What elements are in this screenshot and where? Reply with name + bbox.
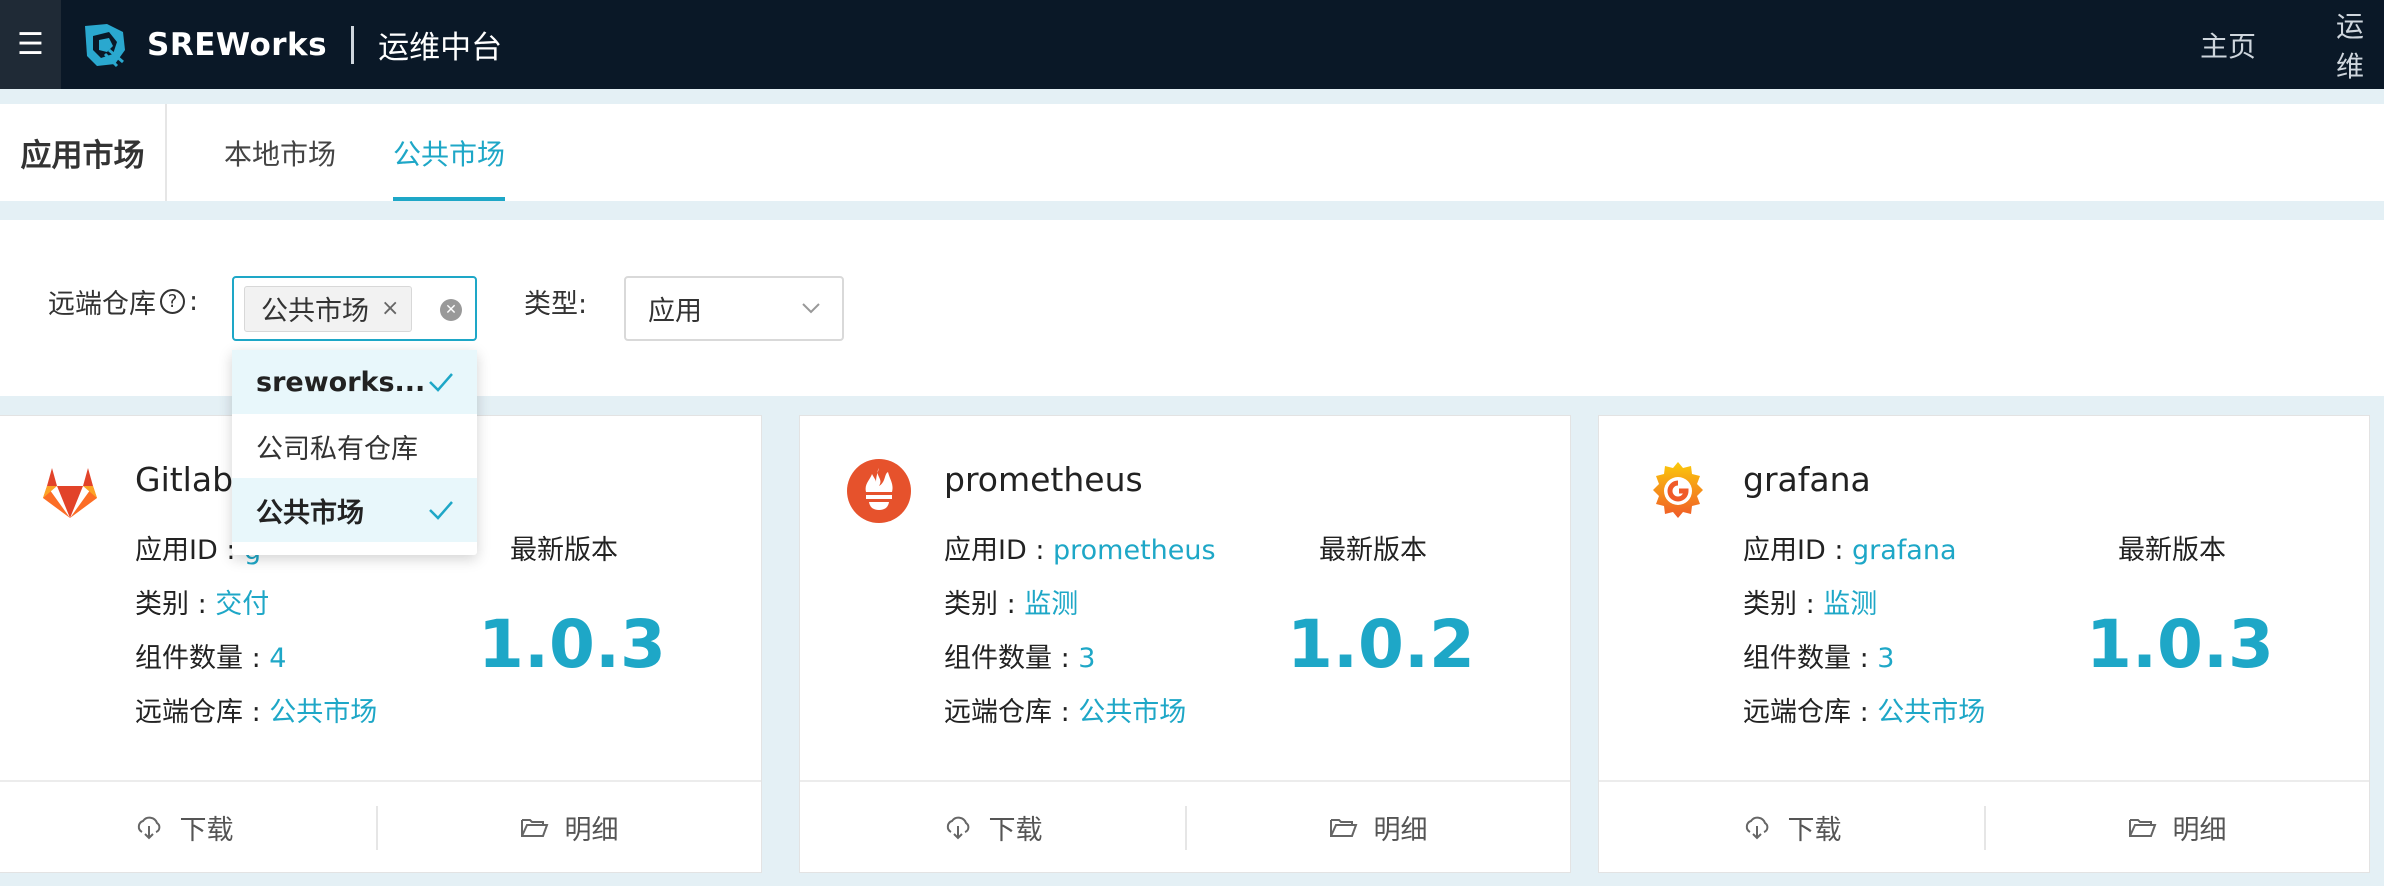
detail-button[interactable]: 明细 bbox=[376, 782, 761, 872]
app-name: Gitlab bbox=[135, 460, 234, 499]
app-card-prometheus: prometheus 应用ID : prometheus 类别 : 监测 组件数… bbox=[799, 415, 1571, 873]
hamburger-icon: ☰ bbox=[17, 27, 44, 62]
remote-repo-label-colon: : bbox=[189, 286, 199, 317]
tab-public-market[interactable]: 公共市场 bbox=[393, 104, 506, 201]
selected-tag: 公共市场 × bbox=[244, 285, 413, 332]
folder-open-icon bbox=[2128, 819, 2156, 837]
brand-subtitle: 运维中台 bbox=[378, 30, 503, 66]
cloud-download-icon bbox=[946, 816, 969, 840]
prometheus-icon bbox=[847, 459, 911, 523]
repo-value[interactable]: 公共市场 bbox=[269, 697, 377, 728]
app-id-value[interactable]: prometheus bbox=[1053, 535, 1216, 566]
app-id-label: 应用ID : bbox=[1743, 535, 1853, 566]
download-button[interactable]: 下载 bbox=[800, 782, 1185, 872]
dropdown-option-public-market[interactable]: 公共市场 bbox=[232, 478, 477, 542]
latest-version-label: 最新版本 bbox=[510, 535, 618, 566]
selected-tag-label: 公共市场 bbox=[261, 296, 369, 327]
type-select[interactable]: 应用 bbox=[624, 276, 844, 341]
card-footer: 下载 明细 bbox=[0, 780, 761, 872]
download-label: 下载 bbox=[179, 814, 234, 846]
check-icon bbox=[429, 373, 453, 392]
repo-value[interactable]: 公共市场 bbox=[1078, 697, 1186, 728]
brand-divider bbox=[351, 25, 355, 64]
detail-label: 明细 bbox=[564, 814, 619, 846]
app-card-grafana: grafana 应用ID : grafana 类别 : 监测 组件数量 : 3 … bbox=[1598, 415, 2370, 873]
repo-line: 远端仓库 : 公共市场 bbox=[1743, 690, 1985, 729]
repo-line: 远端仓库 : 公共市场 bbox=[944, 690, 1186, 729]
sreworks-logo-icon bbox=[85, 23, 125, 67]
brand[interactable]: SREWorks 运维中台 bbox=[79, 20, 502, 70]
dropdown-option-label: sreworks... bbox=[256, 366, 426, 398]
gitlab-icon bbox=[43, 468, 97, 518]
help-icon[interactable]: ? bbox=[160, 289, 185, 314]
page-header: 应用市场 本地市场 公共市场 bbox=[0, 104, 2384, 201]
latest-version-label: 最新版本 bbox=[2118, 535, 2226, 566]
dropdown-option-private-repo[interactable]: 公司私有仓库 bbox=[232, 414, 477, 478]
card-footer: 下载 明细 bbox=[800, 780, 1570, 872]
remote-repo-label: 远端仓库 ? : bbox=[48, 282, 198, 321]
remote-repo-select[interactable]: 公共市场 × ✕ bbox=[232, 276, 477, 341]
dropdown-option-label: 公司私有仓库 bbox=[256, 433, 418, 465]
folder-open-icon bbox=[520, 819, 548, 837]
download-button[interactable]: 下载 bbox=[1599, 782, 1984, 872]
repo-label: 远端仓库 : bbox=[1743, 697, 1878, 728]
nav-item-ops[interactable]: 运维 bbox=[2336, 0, 2384, 89]
app-id-label: 应用ID : bbox=[135, 535, 245, 566]
brand-name: SREWorks bbox=[147, 26, 328, 63]
app-id-value[interactable]: grafana bbox=[1852, 535, 1957, 566]
repo-value[interactable]: 公共市场 bbox=[1877, 697, 1985, 728]
type-label: 类型: bbox=[524, 289, 588, 320]
hamburger-menu-button[interactable]: ☰ bbox=[0, 0, 61, 89]
nav-item-home[interactable]: 主页 bbox=[2200, 0, 2256, 89]
app-id-line: 应用ID : grafana bbox=[1743, 528, 1957, 567]
repo-label: 远端仓库 : bbox=[944, 697, 1079, 728]
cloud-download-icon bbox=[137, 816, 160, 840]
page-title: 应用市场 bbox=[0, 104, 167, 201]
remote-repo-dropdown: sreworks... 公司私有仓库 公共市场 bbox=[232, 350, 477, 555]
download-label: 下载 bbox=[988, 814, 1043, 846]
cloud-download-icon bbox=[1745, 816, 1768, 840]
app-id-label: 应用ID : bbox=[944, 535, 1054, 566]
latest-version: 1.0.3 bbox=[2086, 606, 2274, 683]
detail-button[interactable]: 明细 bbox=[1984, 782, 2369, 872]
detail-button[interactable]: 明细 bbox=[1185, 782, 1570, 872]
detail-label: 明细 bbox=[1373, 814, 1428, 846]
download-label: 下载 bbox=[1787, 814, 1842, 846]
check-icon bbox=[429, 501, 453, 520]
folder-open-icon bbox=[1329, 819, 1357, 837]
app-id-line: 应用ID : prometheus bbox=[944, 528, 1216, 567]
type-select-value: 应用 bbox=[648, 296, 702, 327]
top-bar: ☰ SREWorks 运维中台 主页 运维 bbox=[0, 0, 2384, 89]
tab-local-market[interactable]: 本地市场 bbox=[224, 104, 336, 201]
chevron-down-icon bbox=[802, 303, 820, 314]
repo-line: 远端仓库 : 公共市场 bbox=[135, 690, 377, 729]
remote-repo-label-text: 远端仓库 bbox=[48, 289, 156, 320]
repo-label: 远端仓库 : bbox=[135, 697, 270, 728]
dropdown-option-label: 公共市场 bbox=[256, 497, 364, 529]
latest-version-label: 最新版本 bbox=[1319, 535, 1427, 566]
tag-close-icon[interactable]: × bbox=[381, 296, 399, 321]
card-footer: 下载 明细 bbox=[1599, 780, 2369, 872]
download-button[interactable]: 下载 bbox=[0, 782, 376, 872]
app-name: prometheus bbox=[944, 460, 1143, 499]
clear-icon[interactable]: ✕ bbox=[440, 299, 462, 321]
grafana-icon bbox=[1653, 462, 1703, 518]
detail-label: 明细 bbox=[2172, 814, 2227, 846]
dropdown-option-sreworks[interactable]: sreworks... bbox=[232, 350, 477, 414]
app-name: grafana bbox=[1743, 460, 1871, 499]
